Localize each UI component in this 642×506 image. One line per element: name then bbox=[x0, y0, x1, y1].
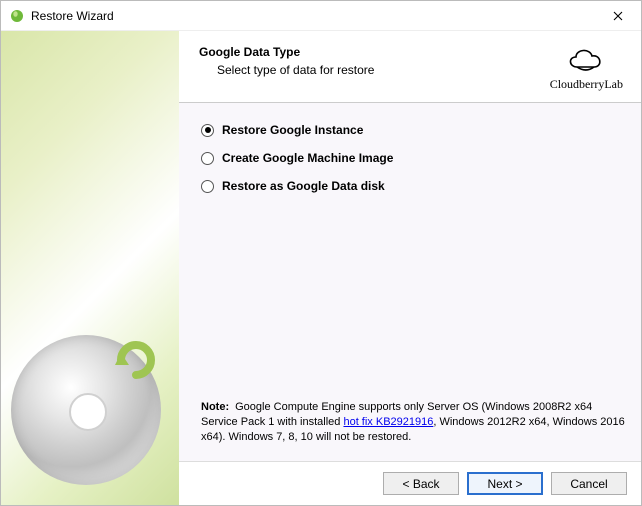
header: Google Data Type Select type of data for… bbox=[179, 31, 641, 103]
titlebar: Restore Wizard bbox=[1, 1, 641, 31]
restore-arrow-icon bbox=[111, 335, 161, 385]
main-panel: Google Data Type Select type of data for… bbox=[179, 31, 641, 505]
app-icon bbox=[9, 8, 25, 24]
radio-label: Restore Google Instance bbox=[222, 123, 363, 137]
radio-icon bbox=[201, 152, 214, 165]
cloud-icon bbox=[563, 45, 609, 75]
note-label: Note: bbox=[201, 401, 229, 413]
radio-group: Restore Google Instance Create Google Ma… bbox=[201, 123, 625, 207]
window-title: Restore Wizard bbox=[31, 9, 114, 23]
close-button[interactable] bbox=[595, 1, 641, 31]
content-area: Restore Google Instance Create Google Ma… bbox=[179, 103, 641, 461]
brand-text: CloudberryLab bbox=[550, 77, 623, 92]
hotfix-link[interactable]: hot fix KB2921916 bbox=[343, 416, 433, 428]
option-restore-data-disk[interactable]: Restore as Google Data disk bbox=[201, 179, 625, 193]
sidebar-graphic bbox=[1, 31, 179, 505]
radio-icon bbox=[201, 180, 214, 193]
back-button[interactable]: < Back bbox=[383, 472, 459, 495]
option-restore-instance[interactable]: Restore Google Instance bbox=[201, 123, 625, 137]
cancel-button[interactable]: Cancel bbox=[551, 472, 627, 495]
radio-icon bbox=[201, 124, 214, 137]
option-create-machine-image[interactable]: Create Google Machine Image bbox=[201, 151, 625, 165]
close-icon bbox=[613, 11, 623, 21]
brand-logo: CloudberryLab bbox=[550, 45, 623, 92]
note-block: Note:Google Compute Engine supports only… bbox=[201, 400, 625, 451]
page-heading: Google Data Type bbox=[199, 45, 550, 59]
radio-label: Create Google Machine Image bbox=[222, 151, 393, 165]
page-subheading: Select type of data for restore bbox=[199, 63, 550, 77]
body: Google Data Type Select type of data for… bbox=[1, 31, 641, 505]
next-button[interactable]: Next > bbox=[467, 472, 543, 495]
footer: < Back Next > Cancel bbox=[179, 461, 641, 505]
radio-label: Restore as Google Data disk bbox=[222, 179, 385, 193]
wizard-window: Restore Wizard Google Data Type Select t… bbox=[0, 0, 642, 506]
